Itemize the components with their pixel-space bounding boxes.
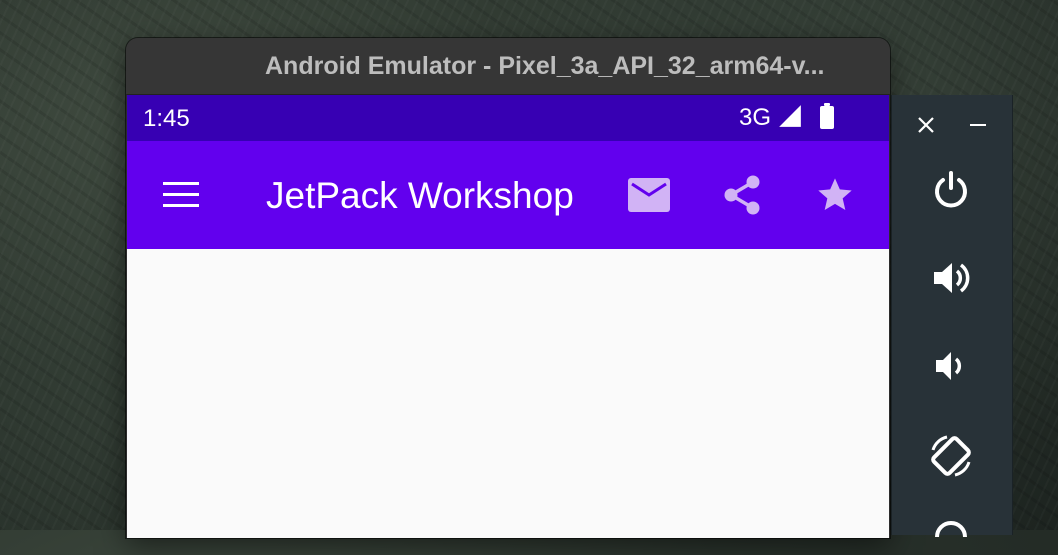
power-button[interactable] (928, 167, 974, 213)
window-title: Android Emulator - Pixel_3a_API_32_arm64… (265, 52, 825, 80)
close-button[interactable] (910, 111, 942, 139)
menu-button[interactable] (155, 173, 207, 217)
app-bar: JetPack Workshop (127, 141, 889, 249)
share-button[interactable] (716, 169, 768, 221)
content-area (127, 249, 889, 538)
status-time: 1:45 (143, 105, 190, 132)
camera-icon (935, 521, 967, 538)
star-button[interactable] (809, 169, 861, 221)
close-icon (918, 117, 934, 133)
camera-button[interactable] (928, 515, 974, 555)
volume-down-button[interactable] (928, 343, 974, 389)
minimize-icon (970, 124, 986, 126)
rotate-button[interactable] (924, 429, 978, 483)
signal-icon (777, 103, 803, 134)
network-type-label: 3G (739, 104, 772, 131)
window-titlebar[interactable]: Android Emulator - Pixel_3a_API_32_arm64… (126, 38, 890, 95)
mail-icon (628, 178, 670, 212)
power-icon (935, 171, 967, 208)
app-title: JetPack Workshop (266, 175, 574, 216)
menu-icon (163, 182, 199, 207)
device-screen[interactable]: 1:45 3G JetPack Workshop (127, 95, 889, 538)
mail-button[interactable] (623, 169, 675, 221)
share-icon (724, 175, 760, 215)
battery-icon (819, 102, 835, 134)
star-icon (818, 178, 852, 210)
minimize-button[interactable] (962, 111, 994, 139)
status-indicators: 3G (739, 102, 835, 134)
status-bar: 1:45 3G (127, 95, 889, 141)
volume-up-icon (934, 263, 970, 293)
emulator-side-toolbar (891, 95, 1013, 538)
emulator-window: Android Emulator - Pixel_3a_API_32_arm64… (126, 38, 890, 538)
volume-up-button[interactable] (928, 255, 974, 301)
volume-down-icon (936, 352, 962, 380)
rotate-icon (931, 435, 971, 477)
